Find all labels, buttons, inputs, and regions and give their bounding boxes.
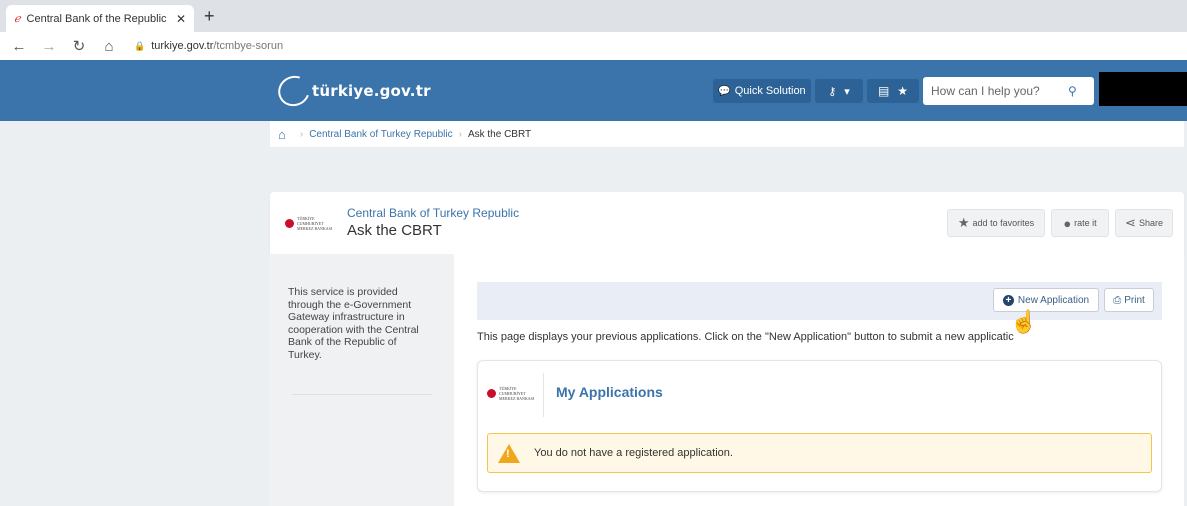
lock-icon: 🔒 <box>134 40 146 51</box>
url-domain: turkiye.gov.tr <box>151 40 214 52</box>
share-button[interactable]: ⋖ Share <box>1115 209 1173 237</box>
site-header: türkiye.gov.tr 💬 Quick Solution ⚷ ▾ ▤ ★ … <box>0 60 1187 121</box>
breadcrumb-item-cbrt[interactable]: Central Bank of Turkey Republic <box>309 129 452 140</box>
breadcrumb-separator: › <box>458 128 462 140</box>
add-to-favorites-label: add to favorites <box>972 218 1035 228</box>
login-dropdown-button[interactable]: ⚷ ▾ <box>815 79 863 103</box>
home-icon[interactable]: ⌂ <box>98 38 120 55</box>
chat-icon: 💬 <box>718 85 731 97</box>
breadcrumb-item-current: Ask the CBRT <box>467 128 532 140</box>
service-title: Ask the CBRT <box>347 222 442 239</box>
redacted-user-area <box>1099 72 1187 106</box>
page-description: This page displays your previous applica… <box>477 331 1014 343</box>
rate-button[interactable]: ● rate it <box>1051 209 1109 237</box>
id-card-favorites-button[interactable]: ▤ ★ <box>867 79 919 103</box>
quick-solution-button[interactable]: 💬 Quick Solution <box>713 79 811 103</box>
printer-icon: ⎙ <box>1113 294 1122 306</box>
url-path: /tcmbye-sorun <box>213 40 284 52</box>
rate-label: rate it <box>1074 218 1097 228</box>
main-content: + New Application ⎙ Print This page disp… <box>454 254 1184 506</box>
cbrt-logo-text: TÜRKİYE CUMHURİYET MERKEZ BANKASI <box>499 386 535 401</box>
cbrt-emblem-icon <box>285 219 294 228</box>
breadcrumb-home-icon[interactable]: ⌂ <box>278 127 286 142</box>
add-to-favorites-button[interactable]: ★ add to favorites <box>947 209 1045 237</box>
star-icon: ★ <box>957 215 970 230</box>
site-favicon-icon: ℯ <box>14 13 21 25</box>
close-tab-icon[interactable]: ✕ <box>176 12 186 26</box>
divider <box>543 373 544 417</box>
action-toolbar: + New Application ⎙ Print <box>477 282 1162 320</box>
alert-message: You do not have a registered application… <box>534 447 733 459</box>
no-applications-alert: ! You do not have a registered applicati… <box>487 433 1152 473</box>
share-icon: ⋖ <box>1125 215 1136 230</box>
service-header: TÜRKİYE CUMHURİYET MERKEZ BANKASI Centra… <box>270 192 1184 254</box>
url-field[interactable]: 🔒 turkiye.gov.tr/tcmbye-sorun <box>134 40 283 52</box>
key-icon: ⚷ <box>828 85 837 98</box>
tab-title: Central Bank of the Republic of T <box>26 12 170 25</box>
comment-icon: ● <box>1063 215 1072 231</box>
hand-cursor-icon: ☝ <box>1010 309 1038 334</box>
my-applications-card: TÜRKİYE CUMHURİYET MERKEZ BANKASI My App… <box>477 360 1162 492</box>
cbrt-logo: TÜRKİYE CUMHURİYET MERKEZ BANKASI <box>487 386 537 401</box>
cbrt-emblem-icon <box>487 389 496 398</box>
back-icon[interactable]: ← <box>8 38 30 55</box>
reload-icon[interactable]: ↻ <box>68 37 90 55</box>
address-bar: ← → ↻ ⌂ 🔒 turkiye.gov.tr/tcmbye-sorun <box>0 32 1187 60</box>
breadcrumb-separator: › <box>299 128 304 140</box>
print-label: Print <box>1124 294 1145 306</box>
plus-circle-icon: + <box>1002 294 1014 306</box>
search-icon[interactable]: ⚲ <box>1068 84 1077 98</box>
chevron-down-icon: ▾ <box>844 85 850 98</box>
quick-solution-label: Quick Solution <box>734 85 806 97</box>
share-label: Share <box>1138 218 1163 228</box>
service-organization[interactable]: Central Bank of Turkey Republic <box>347 206 519 220</box>
logo-ring-icon <box>273 70 315 112</box>
new-tab-button[interactable]: + <box>204 6 215 27</box>
site-logo[interactable]: türkiye.gov.tr <box>273 70 431 112</box>
warning-icon: ! <box>498 443 520 463</box>
forward-icon[interactable]: → <box>38 38 60 55</box>
print-button[interactable]: ⎙ Print <box>1104 288 1154 312</box>
id-card-icon: ▤ <box>877 84 890 98</box>
new-application-label: New Application <box>1017 294 1090 306</box>
cbrt-logo-text: TÜRKİYE CUMHURİYET MERKEZ BANKASI <box>297 216 333 231</box>
search-input[interactable] <box>923 84 1068 98</box>
browser-tab[interactable]: ℯ Central Bank of the Republic of T ✕ <box>6 5 194 32</box>
service-info-panel: This service is provided through the e-G… <box>270 254 454 506</box>
service-info-text: This service is provided through the e-G… <box>288 286 419 361</box>
star-icon: ★ <box>897 84 909 98</box>
site-search: ⚲ <box>923 77 1094 105</box>
breadcrumb: ⌂ › Central Bank of Turkey Republic › As… <box>270 121 1184 147</box>
cbrt-logo: TÜRKİYE CUMHURİYET MERKEZ BANKASI <box>285 216 335 231</box>
my-applications-title: My Applications <box>556 384 663 400</box>
site-brand: türkiye.gov.tr <box>312 82 431 100</box>
browser-tab-strip: ℯ Central Bank of the Republic of T ✕ + <box>0 0 1187 32</box>
divider <box>292 394 432 395</box>
new-application-button[interactable]: + New Application <box>993 288 1099 312</box>
